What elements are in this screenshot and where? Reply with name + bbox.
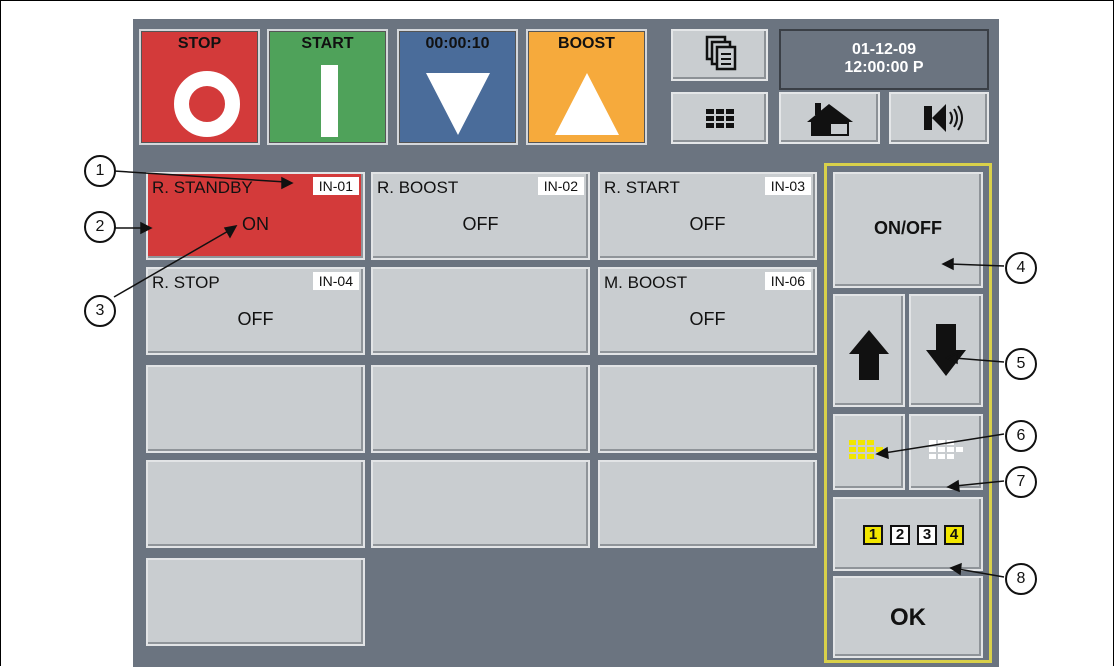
- callout-2: 2: [84, 211, 116, 243]
- callout-7: 7: [1005, 466, 1037, 498]
- callout-4: 4: [1005, 252, 1037, 284]
- callout-3: 3: [84, 295, 116, 327]
- callout-5: 5: [1005, 348, 1037, 380]
- callout-6: 6: [1005, 420, 1037, 452]
- callout-lines: [113, 170, 1005, 578]
- callout-8: 8: [1005, 563, 1037, 595]
- callout-1: 1: [84, 155, 116, 187]
